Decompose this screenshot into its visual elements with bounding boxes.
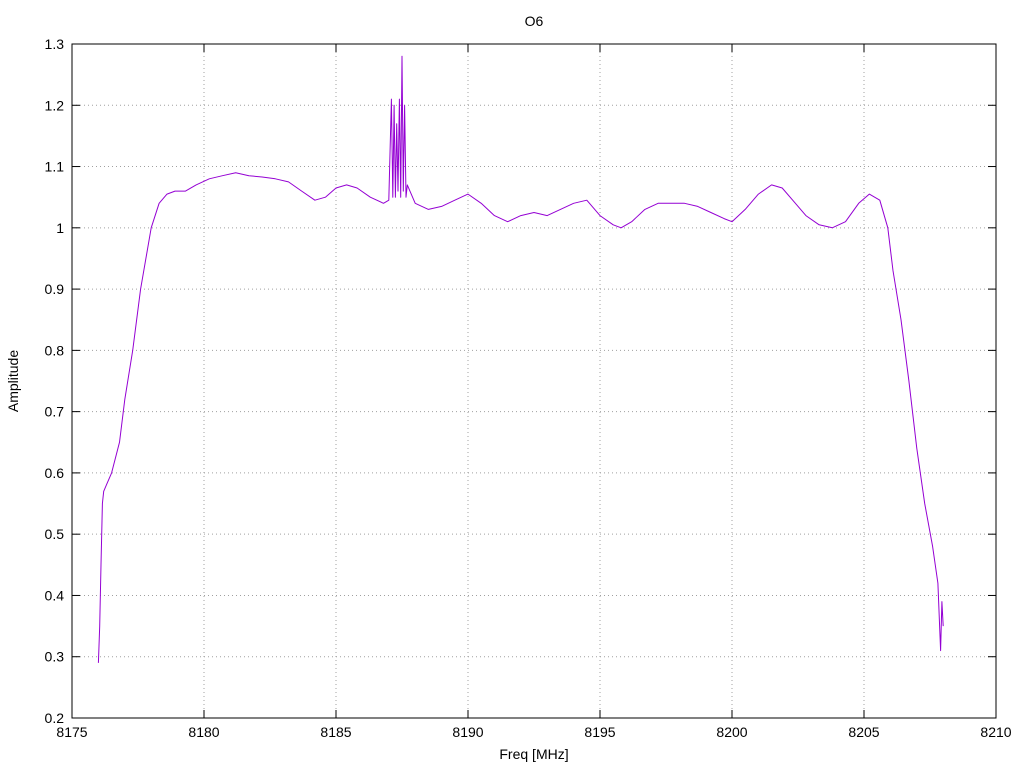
y-tick-label: 1.3 <box>45 36 65 52</box>
y-tick-label: 0.7 <box>45 404 65 420</box>
x-tick-label: 8180 <box>188 724 219 740</box>
y-axis-label: Amplitude <box>5 350 21 412</box>
x-tick-label: 8205 <box>848 724 879 740</box>
series-layer <box>97 55 944 663</box>
line-chart: 8175 8180 8185 8190 8195 8200 8205 8210 0.2 0.3 0.… <box>5 13 1012 762</box>
plot-frame <box>71 43 997 719</box>
ticks <box>71 43 997 719</box>
grid <box>72 44 996 718</box>
x-tick-label: 8190 <box>452 724 483 740</box>
y-tick-label: 0.3 <box>45 649 65 665</box>
y-tick-label: 0.5 <box>45 526 65 542</box>
y-tick-label: 0.9 <box>45 281 65 297</box>
x-tick-label: 8200 <box>716 724 747 740</box>
tick-labels: 8175 8180 8185 8190 8195 8200 8205 8210 0.2 0.3 0.… <box>45 36 1012 740</box>
x-tick-label: 8175 <box>56 724 87 740</box>
y-tick-label: 0.8 <box>45 342 65 358</box>
x-tick-label: 8195 <box>584 724 615 740</box>
x-tick-label: 8185 <box>320 724 351 740</box>
y-tick-label: 1.2 <box>45 97 65 113</box>
x-tick-label: 8210 <box>980 724 1011 740</box>
y-tick-label: 1 <box>56 220 64 236</box>
series-line-1 <box>97 55 944 663</box>
y-tick-label: 0.2 <box>45 710 65 726</box>
y-tick-label: 0.4 <box>45 587 65 603</box>
chart-title: O6 <box>525 13 544 29</box>
y-tick-label: 1.1 <box>45 159 65 175</box>
y-tick-label: 0.6 <box>45 465 65 481</box>
x-axis-label: Freq [MHz] <box>499 746 568 762</box>
